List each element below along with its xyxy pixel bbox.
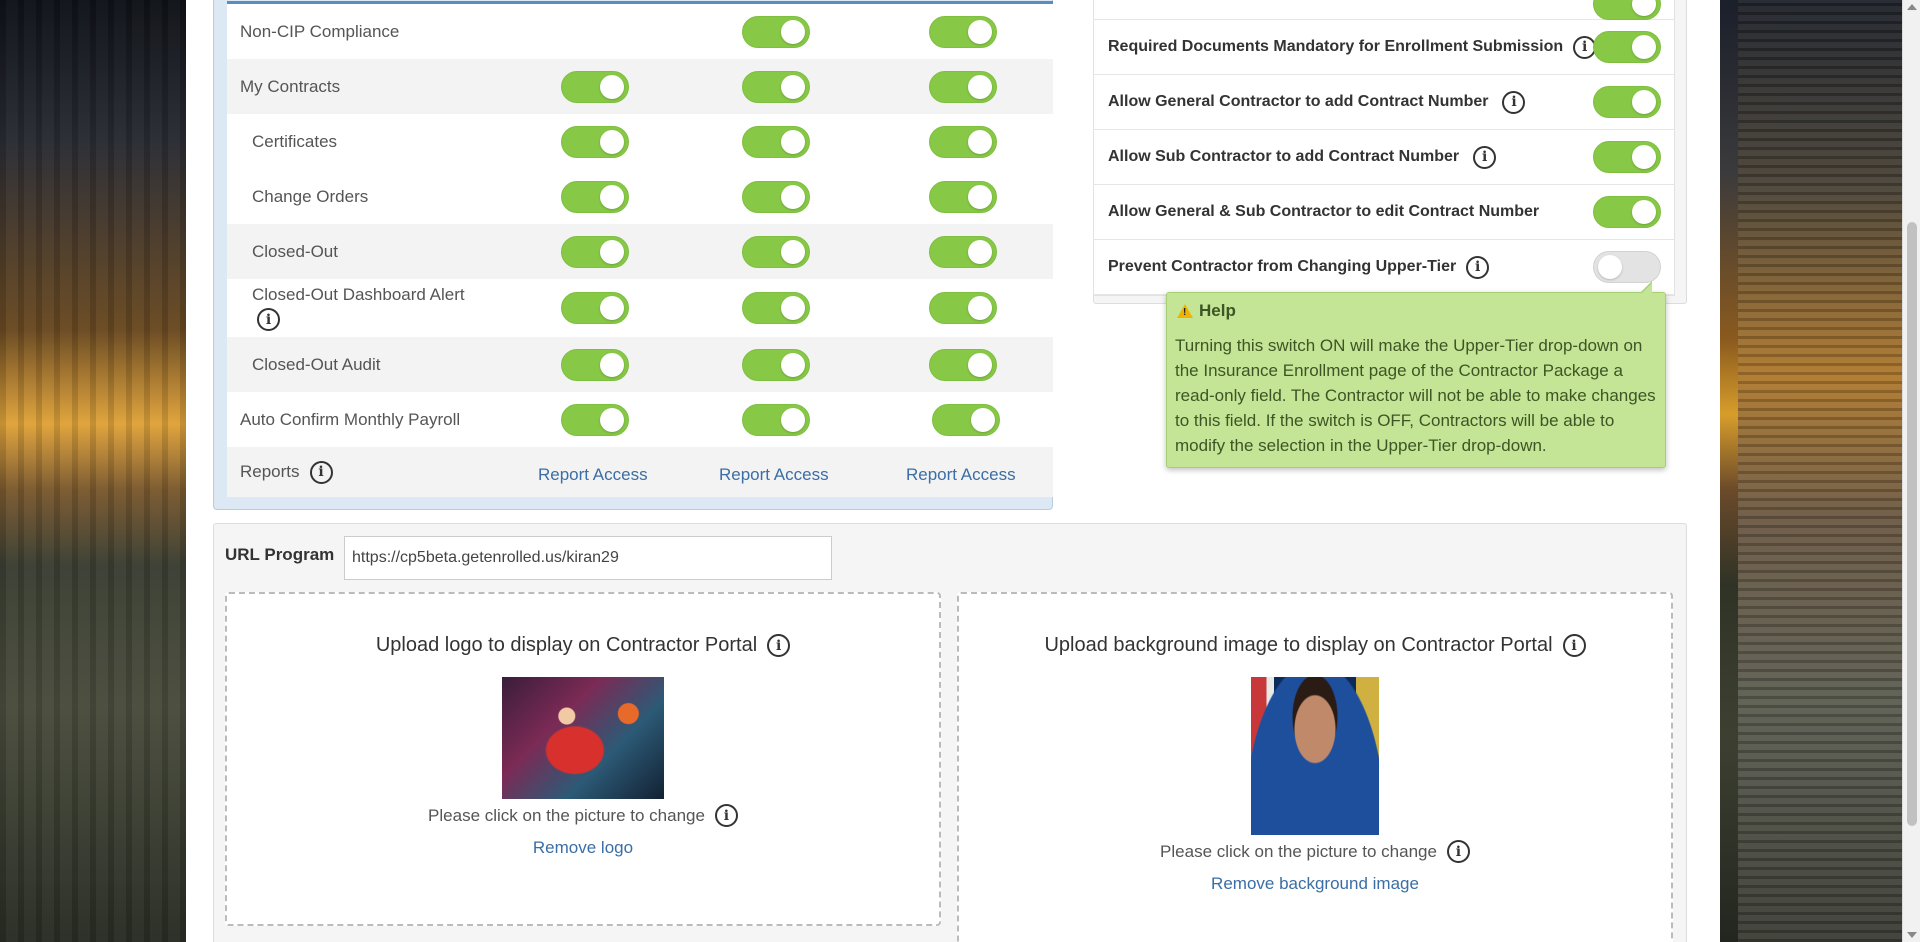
url-program-label: URL Program xyxy=(225,545,335,564)
toggle-switch[interactable] xyxy=(561,125,629,158)
matrix-row-reports: Reports i Report Access Report Access Re… xyxy=(227,447,1053,497)
info-icon[interactable]: i xyxy=(714,804,738,827)
background-right xyxy=(1738,0,1920,942)
toggle-switch-off[interactable] xyxy=(1593,251,1661,283)
matrix-row-closed-out: Closed-Out xyxy=(227,224,1053,279)
toggle-switch[interactable] xyxy=(742,235,810,268)
toggle-switch[interactable] xyxy=(742,348,810,381)
url-program-input[interactable] xyxy=(344,536,832,580)
toggle-switch[interactable] xyxy=(561,348,629,381)
background-upload-title: Upload background image to display on Co… xyxy=(1044,634,1553,656)
matrix-row-non-cip-compliance: Non-CIP Compliance xyxy=(227,4,1053,59)
feature-matrix-panel: Non-CIP Compliance My Contracts Certific… xyxy=(213,0,1053,510)
row-label: Closed-Out Audit xyxy=(252,354,381,374)
matrix-row-my-contracts: My Contracts xyxy=(227,59,1053,114)
toggle-switch[interactable] xyxy=(561,292,629,324)
matrix-row-certificates: Certificates xyxy=(227,114,1053,169)
toggle-switch[interactable] xyxy=(929,180,997,213)
setting-label: Prevent Contractor from Changing Upper-T… xyxy=(1108,258,1457,275)
warning-icon: ! xyxy=(1177,304,1193,318)
settings-page: Non-CIP Compliance My Contracts Certific… xyxy=(186,0,1720,942)
matrix-row-closed-out-dashboard-alert: Closed-Out Dashboard Alert i xyxy=(227,279,1053,337)
settings-row-sub-contractor-contract-number: Allow Sub Contractor to add Contract Num… xyxy=(1094,130,1674,185)
info-icon[interactable]: i xyxy=(1466,255,1490,279)
logo-upload-area[interactable]: Upload logo to display on Contractor Por… xyxy=(225,592,941,926)
row-label: Closed-Out xyxy=(252,241,338,261)
report-access-link[interactable]: Report Access xyxy=(719,465,829,484)
matrix-row-closed-out-audit: Closed-Out Audit xyxy=(227,337,1053,392)
setting-label: Required Documents Mandatory for Enrollm… xyxy=(1108,38,1564,55)
matrix-row-change-orders: Change Orders xyxy=(227,169,1053,224)
row-label: Certificates xyxy=(252,131,338,151)
toggle-switch[interactable] xyxy=(929,348,997,381)
toggle-switch[interactable] xyxy=(1593,0,1661,20)
scroll-up-arrow-icon[interactable] xyxy=(1907,4,1917,10)
help-body: Turning this switch ON will make the Upp… xyxy=(1175,336,1656,455)
toggle-switch[interactable] xyxy=(1593,86,1661,118)
background-image[interactable] xyxy=(1251,677,1379,835)
remove-background-link[interactable]: Remove background image xyxy=(1211,874,1419,893)
info-icon[interactable]: i xyxy=(1446,840,1470,863)
help-title: Help xyxy=(1199,301,1236,320)
info-icon[interactable]: i xyxy=(257,308,280,331)
toggle-switch[interactable] xyxy=(561,235,629,268)
toggle-switch[interactable] xyxy=(742,125,810,158)
toggle-switch[interactable] xyxy=(742,403,810,436)
background-left xyxy=(0,0,186,942)
settings-row-prevent-upper-tier: Prevent Contractor from Changing Upper-T… xyxy=(1094,240,1674,295)
toggle-switch[interactable] xyxy=(932,403,1000,436)
info-icon[interactable]: i xyxy=(309,460,333,484)
toggle-switch[interactable] xyxy=(1593,196,1661,228)
toggle-switch[interactable] xyxy=(929,125,997,158)
report-access-link[interactable]: Report Access xyxy=(906,465,1016,484)
logo-upload-title: Upload logo to display on Contractor Por… xyxy=(375,634,758,656)
scrollbar-thumb[interactable] xyxy=(1907,222,1917,826)
vertical-scrollbar[interactable] xyxy=(1902,0,1920,942)
toggle-switch[interactable] xyxy=(929,292,997,324)
setting-label: Allow General & Sub Contractor to edit C… xyxy=(1108,203,1540,220)
row-label: My Contracts xyxy=(240,76,341,96)
toggle-switch[interactable] xyxy=(561,180,629,213)
setting-label: Allow Sub Contractor to add Contract Num… xyxy=(1108,148,1460,165)
feature-matrix: Non-CIP Compliance My Contracts Certific… xyxy=(227,1,1053,497)
reports-label: Reports xyxy=(240,462,300,481)
row-label: Auto Confirm Monthly Payroll xyxy=(240,409,461,429)
toggle-switch[interactable] xyxy=(929,235,997,268)
row-label: Non-CIP Compliance xyxy=(240,21,400,41)
toggle-switch[interactable] xyxy=(929,15,997,48)
remove-logo-link[interactable]: Remove logo xyxy=(533,838,633,857)
help-popover: ! Help Turning this switch ON will make … xyxy=(1166,281,1666,468)
toggle-switch[interactable] xyxy=(742,292,810,324)
row-label: Change Orders xyxy=(252,186,369,206)
contract-settings-list: Required Documents Mandatory for Enrollm… xyxy=(1093,0,1675,296)
setting-label: Allow General Contractor to add Contract… xyxy=(1108,93,1489,110)
info-icon[interactable]: i xyxy=(1502,90,1526,114)
info-icon[interactable]: i xyxy=(1562,634,1586,657)
row-label: Closed-Out Dashboard Alert xyxy=(252,285,465,304)
info-icon[interactable]: i xyxy=(767,634,791,657)
settings-row-top xyxy=(1094,0,1674,20)
info-icon[interactable]: i xyxy=(1473,145,1497,169)
report-access-link[interactable]: Report Access xyxy=(538,465,648,484)
settings-row-required-documents: Required Documents Mandatory for Enrollm… xyxy=(1094,20,1674,75)
toggle-switch[interactable] xyxy=(1593,141,1661,173)
toggle-switch[interactable] xyxy=(742,15,810,48)
logo-image[interactable] xyxy=(502,677,664,799)
toggle-switch[interactable] xyxy=(1593,31,1661,63)
toggle-switch[interactable] xyxy=(929,70,997,103)
settings-row-general-contractor-contract-number: Allow General Contractor to add Contract… xyxy=(1094,75,1674,130)
background-hint: Please click on the picture to change xyxy=(1160,841,1437,861)
toggle-switch[interactable] xyxy=(742,70,810,103)
toggle-switch[interactable] xyxy=(561,403,629,436)
toggle-switch[interactable] xyxy=(561,70,629,103)
toggle-switch[interactable] xyxy=(742,180,810,213)
matrix-row-auto-confirm-payroll: Auto Confirm Monthly Payroll xyxy=(227,392,1053,447)
logo-hint: Please click on the picture to change xyxy=(428,805,705,825)
settings-row-edit-contract-number: Allow General & Sub Contractor to edit C… xyxy=(1094,185,1674,240)
background-upload-area[interactable]: Upload background image to display on Co… xyxy=(957,592,1673,942)
scroll-down-arrow-icon[interactable] xyxy=(1907,932,1917,938)
